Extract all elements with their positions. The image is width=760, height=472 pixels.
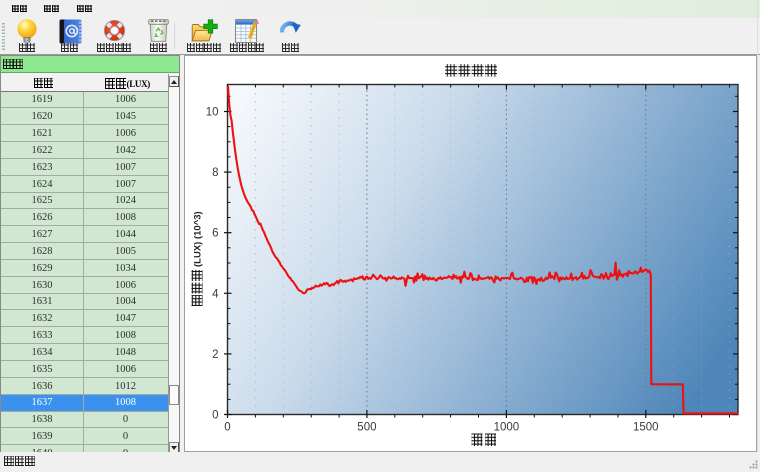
svg-text:2: 2 [212, 349, 218, 361]
svg-text:4: 4 [212, 288, 219, 300]
svg-text:1500: 1500 [633, 422, 659, 434]
svg-text:8: 8 [212, 167, 218, 179]
svg-text:0: 0 [212, 410, 218, 422]
svg-text:(LUX) (10^3): (LUX) (10^3) [193, 211, 204, 267]
svg-text:500: 500 [357, 422, 376, 434]
svg-text:1000: 1000 [494, 422, 520, 434]
svg-text:6: 6 [212, 228, 218, 240]
svg-text:10: 10 [206, 107, 219, 119]
svg-text:0: 0 [224, 422, 230, 434]
